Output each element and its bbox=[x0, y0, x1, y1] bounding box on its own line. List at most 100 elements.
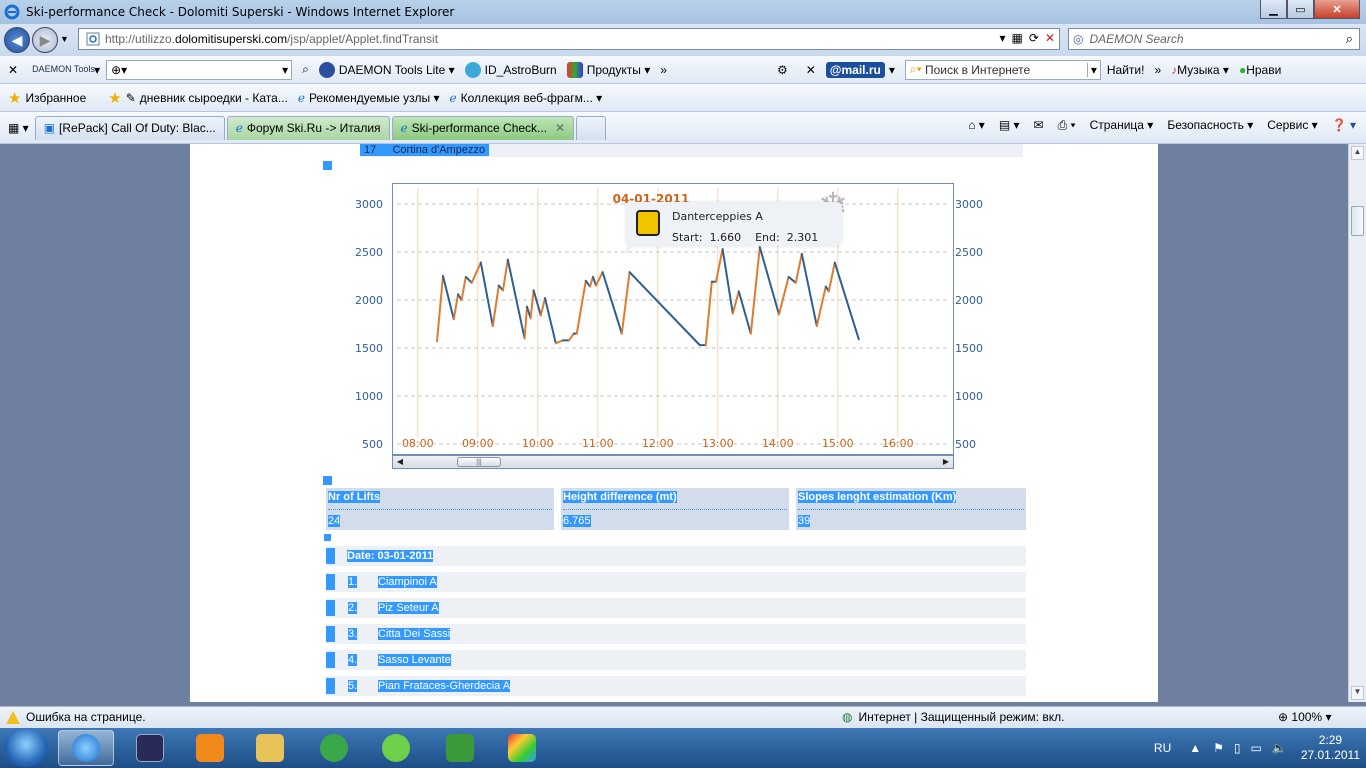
network-icon[interactable]: ▭ bbox=[1251, 741, 1262, 755]
safety-menu[interactable]: Безопасность ▾ bbox=[1167, 118, 1253, 133]
daemon-search-field[interactable]: ⊕▾ ▾ bbox=[106, 59, 293, 80]
taskbar-explorer[interactable] bbox=[242, 730, 298, 766]
products-menu[interactable]: Продукты ▾ bbox=[566, 61, 650, 78]
x-tick-label: 11:00 bbox=[582, 437, 614, 450]
utorrent-app-icon bbox=[446, 734, 474, 762]
mailru-logo[interactable]: @mail.ru bbox=[825, 61, 885, 78]
taskbar-aftereffects[interactable] bbox=[122, 730, 178, 766]
feeds-icon[interactable]: ▤ ▾ bbox=[999, 118, 1020, 133]
favorites-button[interactable]: ★ Избранное bbox=[8, 89, 86, 107]
stat-label: Height difference (mt) bbox=[563, 491, 677, 503]
stat-label: Slopes lenght estimation (Km) bbox=[798, 491, 957, 503]
daemon-lite-button[interactable]: DAEMON Tools Lite ▾ bbox=[318, 61, 455, 78]
scroll-up-icon[interactable]: ▲ bbox=[1351, 146, 1364, 160]
tab-repack[interactable]: ▣ [RePack] Call Of Duty: Blac... bbox=[34, 115, 225, 140]
add-favorite-icon[interactable]: ★ bbox=[108, 89, 121, 107]
taskbar-ie[interactable] bbox=[58, 730, 114, 766]
tooltip-values: Start: 1.660 End: 2.301 bbox=[672, 231, 819, 244]
refresh-icon[interactable]: ⟳ bbox=[1029, 31, 1039, 45]
y-tick-label-left: 500 bbox=[362, 438, 383, 451]
mail-icon[interactable]: ✉ bbox=[1034, 118, 1044, 133]
list-item[interactable]: 3. Citta Dei Sassi bbox=[326, 624, 1026, 644]
find-button[interactable]: Найти! bbox=[1107, 63, 1145, 77]
search-icon[interactable]: ⌕ bbox=[1346, 31, 1353, 47]
taskbar-utorrent[interactable] bbox=[432, 730, 488, 766]
home-icon[interactable]: ⌂ ▾ bbox=[968, 118, 985, 133]
clock[interactable]: 2:29 27.01.2011 bbox=[1301, 733, 1360, 763]
list-item[interactable]: 17 Cortina d'Ampezzo bbox=[360, 144, 1023, 157]
mail-search-field[interactable]: ⌕▾ Поиск в Интернете ▾ bbox=[904, 59, 1101, 80]
help-icon[interactable]: ❓ ▾ bbox=[1332, 118, 1356, 133]
tools-menu[interactable]: Сервис ▾ bbox=[1267, 118, 1317, 133]
taskbar-icq[interactable] bbox=[368, 730, 424, 766]
y-tick-label-left: 2000 bbox=[355, 294, 383, 307]
compat-view-icon[interactable]: ▦ bbox=[1012, 31, 1023, 45]
list-item[interactable]: 5. Pian Frataces-Gherdecia A bbox=[326, 676, 1026, 696]
fav-link-2[interactable]: ℯ Рекомендуемые узлы ▾ bbox=[298, 91, 440, 105]
settings-icon[interactable]: ⚙ bbox=[777, 63, 788, 77]
taskbar-mediaplayer[interactable] bbox=[182, 730, 238, 766]
ascent-segment bbox=[778, 275, 790, 316]
volume-icon[interactable]: 🔈 bbox=[1272, 741, 1287, 755]
taskbar-podcast[interactable] bbox=[306, 730, 362, 766]
taskbar-paint[interactable] bbox=[494, 730, 550, 766]
show-hidden-icon[interactable]: ▲ bbox=[1189, 741, 1201, 755]
device-icon[interactable]: ▯ bbox=[1234, 741, 1241, 755]
addons-toolbar: ✕ DAEMON Tools ▾ ⊕▾ ▾ ⌕ DAEMON Tools Lite… bbox=[0, 56, 1366, 84]
maximize-button[interactable]: ▭ bbox=[1287, 0, 1314, 19]
flag-icon[interactable]: ⚑ bbox=[1213, 741, 1224, 755]
security-zone[interactable]: ◍ Интернет | Защищенный режим: вкл. bbox=[842, 710, 1064, 724]
daemon-logo: DAEMON Tools bbox=[32, 64, 95, 74]
new-tab-button[interactable] bbox=[576, 115, 607, 140]
page-menu[interactable]: Страница ▾ bbox=[1090, 118, 1154, 133]
descent-segment bbox=[544, 297, 557, 345]
list-item[interactable]: 1. Ciampinoi A bbox=[326, 572, 1026, 592]
scroll-right-icon[interactable]: ▶ bbox=[941, 457, 951, 467]
address-bar[interactable]: http://utilizzo.dolomitisuperski.com/jsp… bbox=[78, 28, 1060, 50]
tab-forum[interactable]: ℯ Форум Ski.Ru -> Италия bbox=[226, 115, 390, 140]
tooltip-tail bbox=[626, 246, 632, 256]
scroll-left-icon[interactable]: ◀ bbox=[395, 457, 405, 467]
page-scrollbar[interactable]: ▲ ▼ bbox=[1348, 144, 1366, 702]
stop-icon[interactable]: ✕ bbox=[1045, 31, 1055, 45]
close-button[interactable]: ✕ bbox=[1314, 0, 1360, 19]
list-item[interactable]: 4. Sasso Levante bbox=[326, 650, 1026, 670]
minimize-button[interactable]: ▁ bbox=[1260, 0, 1287, 19]
scroll-down-icon[interactable]: ▼ bbox=[1351, 686, 1364, 700]
chart-scroll-thumb[interactable]: ||| bbox=[457, 457, 501, 467]
quick-tabs-icon[interactable]: ▦ ▾ bbox=[8, 121, 29, 135]
like-button[interactable]: ● Нрави bbox=[1239, 63, 1281, 77]
error-indicator[interactable]: Ошибка на странице. bbox=[6, 710, 146, 724]
x-tick-label: 09:00 bbox=[462, 437, 494, 450]
chart-scrollbar[interactable]: ◀ ||| ▶ bbox=[392, 455, 954, 469]
fav-link-1[interactable]: ✎ дневник сыроедки - Ката... bbox=[126, 91, 288, 105]
more-chevron-icon-2[interactable]: » bbox=[1154, 63, 1161, 77]
start-button[interactable] bbox=[4, 729, 48, 767]
descent-segment bbox=[628, 271, 701, 347]
toolbar-search-icon[interactable]: ⌕ bbox=[302, 62, 309, 77]
scroll-thumb[interactable] bbox=[1351, 206, 1364, 236]
close-mail-toolbar-icon[interactable]: ✕ bbox=[806, 63, 816, 77]
daemon-dropdown[interactable]: ▾ bbox=[94, 63, 100, 77]
stat-value: 24 bbox=[328, 515, 341, 527]
back-button[interactable]: ◀ bbox=[4, 27, 30, 53]
astroburn-button[interactable]: ID_AstroBurn bbox=[464, 61, 557, 78]
language-indicator[interactable]: RU bbox=[1154, 741, 1171, 755]
zoom-control[interactable]: ⊕ 100% ▾ bbox=[1278, 710, 1331, 724]
dropdown-icon[interactable]: ▾ bbox=[1000, 31, 1006, 45]
y-tick-label-right: 500 bbox=[955, 438, 976, 451]
close-tab-icon[interactable]: ✕ bbox=[555, 121, 565, 135]
search-engine-icon: ⌕▾ bbox=[909, 62, 922, 76]
mailru-dropdown[interactable]: ▾ bbox=[889, 63, 895, 77]
close-toolbar-icon[interactable]: ✕ bbox=[8, 63, 18, 77]
music-button[interactable]: ♪ Музыка ▾ bbox=[1171, 63, 1229, 77]
forward-button[interactable]: ▶ bbox=[32, 27, 58, 53]
fav-link-3[interactable]: ℯ Коллекция веб-фрагм... ▾ bbox=[449, 91, 602, 105]
history-dropdown[interactable]: ▼ bbox=[60, 34, 69, 44]
print-icon[interactable]: ⎙ ▾ bbox=[1058, 118, 1076, 133]
tab-ski-performance[interactable]: ℯ Ski-performance Check... ✕ bbox=[391, 115, 575, 140]
list-item[interactable]: 2. Piz Seteur A bbox=[326, 598, 1026, 618]
system-tray: RU ▲ ⚑ ▯ ▭ 🔈 2:29 27.01.2011 bbox=[1154, 728, 1360, 768]
search-box[interactable]: ◎ DAEMON Search ⌕ bbox=[1068, 28, 1360, 50]
more-chevron-icon[interactable]: » bbox=[660, 63, 667, 77]
